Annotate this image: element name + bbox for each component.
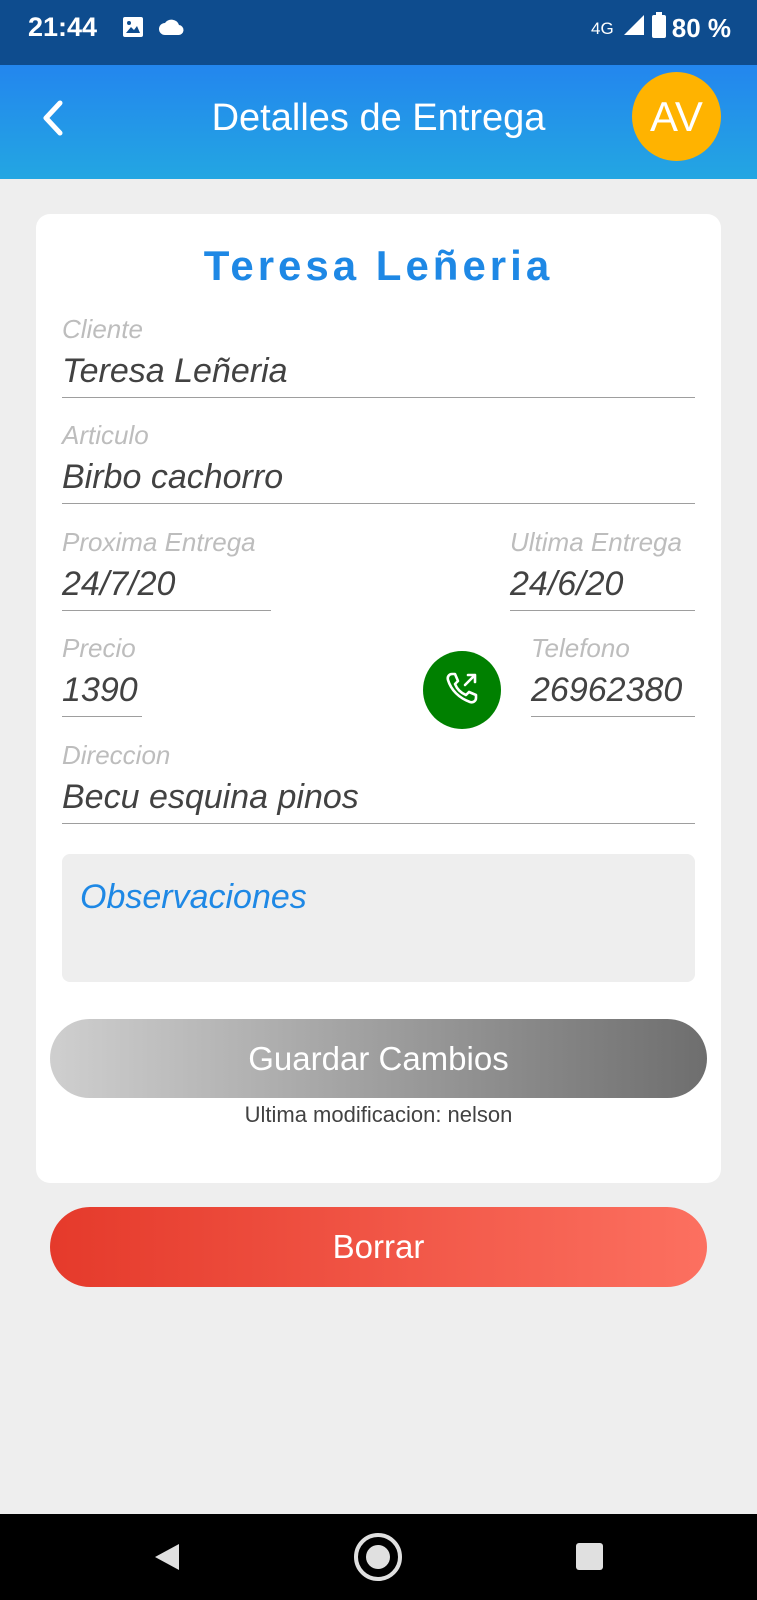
observaciones-textarea[interactable]: Observaciones: [62, 854, 695, 982]
card-title: Teresa Leñeria: [203, 242, 554, 289]
direccion-value[interactable]: Becu esquina pinos: [62, 772, 695, 822]
battery-icon: [651, 12, 666, 45]
precio-value[interactable]: 1390: [62, 665, 142, 715]
app-bar: Detalles de Entrega AV: [0, 65, 757, 179]
proxima-entrega-label: Proxima Entrega: [62, 527, 256, 557]
cloud-icon: [158, 18, 184, 41]
battery-level: 80 %: [671, 13, 731, 43]
ultima-entrega-label: Ultima Entrega: [510, 527, 682, 557]
direccion-label: Direccion: [62, 740, 171, 770]
nav-home-icon[interactable]: [353, 1532, 403, 1587]
articulo-value[interactable]: Birbo cachorro: [62, 452, 695, 502]
phone-outgoing-icon: [443, 669, 481, 712]
precio-field[interactable]: Precio 1390: [62, 631, 142, 717]
nav-back-icon[interactable]: [153, 1542, 181, 1577]
status-bar: 21:44 4G 80 %: [0, 0, 757, 65]
observaciones-placeholder: Observaciones: [80, 878, 307, 916]
status-system-icons: 4G 80 %: [591, 12, 731, 45]
articulo-label: Articulo: [62, 420, 149, 450]
telefono-field[interactable]: Telefono 26962380: [531, 631, 695, 717]
image-icon: [122, 16, 144, 43]
direccion-field[interactable]: Direccion Becu esquina pinos: [62, 738, 695, 824]
last-modified-text: Ultima modificacion: nelson: [244, 1102, 513, 1127]
cliente-field[interactable]: Cliente Teresa Leñeria: [62, 312, 695, 398]
articulo-field[interactable]: Articulo Birbo cachorro: [62, 418, 695, 504]
network-type: 4G: [591, 18, 614, 38]
delete-button[interactable]: Borrar: [50, 1207, 707, 1287]
save-button[interactable]: Guardar Cambios: [50, 1019, 707, 1098]
status-notification-icons: [122, 16, 184, 43]
nav-recents-icon[interactable]: [576, 1543, 603, 1570]
telefono-value[interactable]: 26962380: [531, 665, 695, 715]
avatar[interactable]: AV: [632, 72, 721, 161]
call-button[interactable]: [423, 651, 501, 729]
status-time: 21:44: [28, 12, 98, 42]
cliente-value[interactable]: Teresa Leñeria: [62, 346, 695, 396]
cliente-label: Cliente: [62, 314, 143, 344]
proxima-entrega-value[interactable]: 24/7/20: [62, 559, 271, 609]
ultima-entrega-value[interactable]: 24/6/20: [510, 559, 695, 609]
signal-icon: [622, 13, 646, 44]
proxima-entrega-field[interactable]: Proxima Entrega 24/7/20: [62, 525, 271, 611]
precio-label: Precio: [62, 633, 136, 663]
delivery-details-card: Teresa Leñeria Cliente Teresa Leñeria Ar…: [36, 214, 721, 1183]
system-nav-bar: [0, 1514, 757, 1600]
telefono-label: Telefono: [531, 633, 630, 663]
ultima-entrega-field[interactable]: Ultima Entrega 24/6/20: [510, 525, 695, 611]
